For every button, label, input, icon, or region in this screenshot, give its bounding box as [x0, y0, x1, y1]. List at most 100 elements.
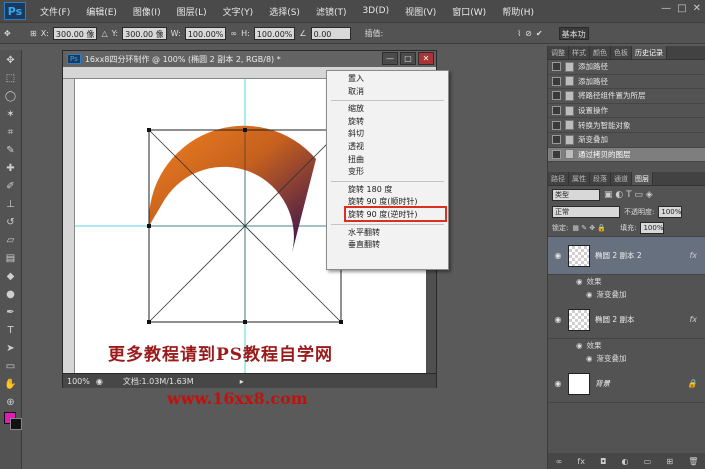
tab-color[interactable]: 颜色 [590, 46, 611, 59]
doc-minimize-button[interactable]: — [382, 52, 398, 65]
tab-properties[interactable]: 属性 [569, 172, 590, 185]
angle-field[interactable]: 0.00 [310, 26, 351, 40]
warp-icon[interactable]: ⌇ [517, 29, 521, 38]
move-tool-icon[interactable]: ✥ [4, 54, 18, 68]
new-group-icon[interactable]: ▭ [644, 457, 652, 466]
menu-image[interactable]: 图像(I) [125, 5, 169, 18]
menu-type[interactable]: 文字(Y) [215, 5, 262, 18]
menu-item-rotate-180[interactable]: 旋转 180 度 [327, 184, 448, 197]
add-mask-icon[interactable]: ◘ [600, 457, 606, 466]
fx-icon[interactable]: fx [689, 315, 697, 324]
menu-item-cancel[interactable]: 取消 [327, 86, 448, 99]
history-item[interactable]: 转换为智能对象 [548, 118, 705, 133]
adjustment-layer-icon[interactable]: ◐ [622, 457, 629, 466]
history-item[interactable]: 将路径组件置为所层 [548, 89, 705, 104]
marquee-tool-icon[interactable]: ⬚ [4, 72, 18, 86]
layer-name[interactable]: 背景 [595, 378, 610, 389]
doc-restore-button[interactable]: □ [400, 52, 416, 65]
layer-name[interactable]: 椭圆 2 副本 2 [595, 250, 642, 261]
history-item[interactable]: 渐变叠加 [548, 133, 705, 148]
document-title-bar[interactable]: Ps 16xx8四分环制作 @ 100% (椭圆 2 副本 2, RGB/8) … [63, 51, 436, 67]
menu-item-scale[interactable]: 缩放 [327, 103, 448, 116]
menu-item-perspective[interactable]: 透视 [327, 141, 448, 154]
tab-adjustments[interactable]: 调整 [548, 46, 569, 59]
magic-wand-icon[interactable]: ✶ [4, 108, 18, 122]
x-field[interactable]: 300.00 像 [52, 26, 98, 40]
layer-kind-filter[interactable]: 类型 [552, 189, 600, 201]
menu-view[interactable]: 视图(V) [397, 5, 444, 18]
history-item[interactable]: 设置操作 [548, 104, 705, 119]
zoom-tool-icon[interactable]: ⊕ [4, 396, 18, 410]
menu-file[interactable]: 文件(F) [32, 5, 78, 18]
menu-item-warp[interactable]: 变形 [327, 166, 448, 179]
brush-tool-icon[interactable]: ✐ [4, 180, 18, 194]
menu-item-skew[interactable]: 斜切 [327, 128, 448, 141]
menu-item-place[interactable]: 置入 [327, 73, 448, 86]
hand-tool-icon[interactable]: ✋ [4, 378, 18, 392]
background-color-swatch[interactable] [10, 418, 22, 430]
reference-point-icon[interactable]: ⊞ [30, 29, 37, 38]
status-arrow-icon[interactable]: ▸ [240, 377, 244, 386]
layer-thumbnail[interactable] [568, 372, 590, 395]
menu-edit[interactable]: 编辑(E) [78, 5, 125, 18]
fx-icon[interactable]: fx [689, 251, 697, 260]
type-tool-icon[interactable]: T [4, 324, 18, 338]
menu-item-distort[interactable]: 扭曲 [327, 154, 448, 167]
width-field[interactable]: 100.00% [184, 26, 227, 40]
blur-tool-icon[interactable]: ◆ [4, 270, 18, 284]
history-item[interactable]: 添加路径 [548, 75, 705, 90]
layer-row-active[interactable]: ◉ 椭圆 2 副本 2 fx [548, 237, 705, 275]
history-item[interactable]: 添加路径 [548, 60, 705, 75]
menu-3d[interactable]: 3D(D) [354, 6, 397, 16]
workspace-select[interactable]: 基本功 [558, 26, 589, 40]
layer-row-background[interactable]: ◉ 背景 🔒 [548, 365, 705, 403]
minimize-button[interactable]: — [661, 3, 671, 14]
effects-eye-icon[interactable]: ◉ [576, 341, 583, 350]
tab-history[interactable]: 历史记录 [632, 46, 667, 59]
link-icon[interactable]: ∞ [230, 29, 237, 38]
history-item-active[interactable]: 通过拷贝的图层 [548, 147, 705, 163]
menu-help[interactable]: 帮助(H) [494, 5, 542, 18]
zoom-level[interactable]: 100% [67, 377, 90, 386]
ruler-vertical[interactable] [63, 79, 75, 373]
fill-field[interactable]: 100% [640, 222, 665, 234]
commit-transform-icon[interactable]: ✔ [536, 29, 543, 38]
eyedropper-icon[interactable]: ✎ [4, 144, 18, 158]
cancel-transform-icon[interactable]: ⊘ [525, 29, 532, 38]
close-button[interactable]: ✕ [693, 3, 701, 14]
gradient-tool-icon[interactable]: ▤ [4, 252, 18, 266]
tab-layers[interactable]: 图层 [632, 172, 653, 185]
maximize-button[interactable]: □ [677, 3, 686, 14]
add-style-icon[interactable]: fx [577, 457, 585, 466]
tab-styles[interactable]: 样式 [569, 46, 590, 59]
layer-effect[interactable]: ◉ 渐变叠加 [548, 288, 705, 301]
delete-layer-icon[interactable]: 🗑 [688, 457, 698, 466]
healing-brush-icon[interactable]: ✚ [4, 162, 18, 176]
effect-eye-icon[interactable]: ◉ [586, 290, 593, 299]
stamp-tool-icon[interactable]: ⊥ [4, 198, 18, 212]
layer-thumbnail[interactable] [568, 244, 590, 267]
dodge-tool-icon[interactable]: ● [4, 288, 18, 302]
pen-tool-icon[interactable]: ✒ [4, 306, 18, 320]
menu-item-rotate[interactable]: 旋转 [327, 116, 448, 129]
eye-icon[interactable]: ◉ [553, 379, 563, 388]
layer-thumbnail[interactable] [568, 308, 590, 331]
status-menu-icon[interactable]: ◉ [96, 377, 103, 386]
menu-window[interactable]: 窗口(W) [444, 5, 494, 18]
y-field[interactable]: 300.00 像 [122, 26, 167, 40]
eye-icon[interactable]: ◉ [553, 251, 563, 260]
shape-tool-icon[interactable]: ▭ [4, 360, 18, 374]
crop-tool-icon[interactable]: ⌗ [4, 126, 18, 140]
lock-icons[interactable]: ▦ ✎ ✥ 🔒 [572, 224, 606, 232]
layer-effect-group[interactable]: ◉ 效果 [548, 339, 705, 352]
menu-filter[interactable]: 滤镜(T) [308, 5, 355, 18]
effects-eye-icon[interactable]: ◉ [576, 277, 583, 286]
link-layers-icon[interactable]: ∞ [556, 457, 563, 466]
delta-icon[interactable]: △ [101, 29, 107, 38]
effect-eye-icon[interactable]: ◉ [586, 354, 593, 363]
menu-item-flip-horizontal[interactable]: 水平翻转 [327, 227, 448, 240]
blend-mode-select[interactable]: 正常 [552, 206, 620, 218]
tab-channels[interactable]: 通道 [611, 172, 632, 185]
lasso-tool-icon[interactable]: ◯ [4, 90, 18, 104]
tab-paragraph[interactable]: 段落 [590, 172, 611, 185]
